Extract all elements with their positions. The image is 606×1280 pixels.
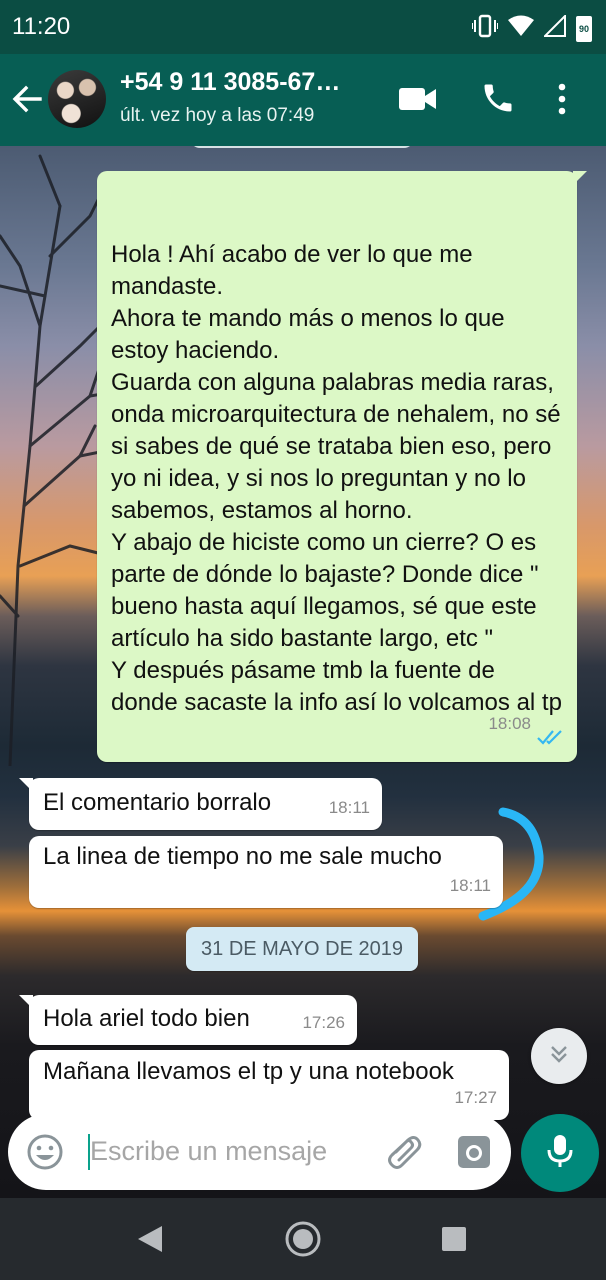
message-time: 17:27 [454,1088,497,1107]
message-incoming[interactable]: La linea de tiempo no me sale mucho 18:1… [29,836,503,908]
message-text: Hola ariel todo bien [43,1005,250,1032]
previous-bubble-edge [190,146,414,148]
date-separator: 31 DE MAYO DE 2019 [186,927,418,971]
scroll-to-bottom-button[interactable] [531,1028,587,1084]
paperclip-icon[interactable] [384,1132,424,1177]
message-meta: 18:08 [488,692,565,756]
bubble-tail [19,995,33,1009]
last-seen: últ. vez hoy a las 07:49 [120,105,315,126]
bubble-tail [19,778,33,792]
nav-back-icon[interactable] [136,1224,164,1259]
status-icons: 90 [471,13,592,43]
message-meta: 18:11 [450,870,491,902]
message-meta: 17:26 [302,1007,345,1039]
message-meta: 17:27 [454,1082,497,1114]
nav-recents-icon[interactable] [441,1226,467,1257]
cell-signal-icon [542,13,566,42]
contact-info[interactable]: +54 9 11 3085-67… últ. vez hoy a las 07:… [120,68,390,127]
back-arrow-icon[interactable] [10,82,44,116]
status-bar: 11:20 90 [0,0,606,54]
battery-level: 90 [578,23,589,34]
message-text: Hola ! Ahí acabo de ver lo que me mandas… [111,241,562,716]
message-input[interactable]: Escribe un mensaje [90,1136,327,1167]
emoji-icon[interactable] [26,1133,64,1176]
message-incoming[interactable]: El comentario borralo 18:11 [19,778,382,830]
message-time: 18:11 [449,876,491,895]
message-incoming[interactable]: Mañana llevamos el tp y una notebook 17:… [29,1050,509,1120]
message-text: La linea de tiempo no me sale mucho [43,843,442,870]
status-time: 11:20 [12,13,71,40]
battery-icon: 90 [576,15,592,42]
chat-area[interactable]: Hola ! Ahí acabo de ver lo que me mandas… [0,146,606,1198]
double-chevron-down-icon [547,1042,571,1071]
message-meta: 18:11 [329,792,370,824]
contact-avatar[interactable] [48,70,106,128]
message-composer[interactable]: Escribe un mensaje [8,1114,511,1190]
message-text: Mañana llevamos el tp y una notebook [43,1058,454,1085]
message-time: 17:26 [302,1013,345,1032]
mic-button[interactable] [521,1114,599,1192]
system-nav-bar [0,1198,606,1280]
bubble-tail [573,171,587,185]
wifi-icon [508,15,534,42]
message-time: 18:11 [328,798,370,817]
vibrate-icon [471,14,499,43]
message-outgoing[interactable]: Hola ! Ahí acabo de ver lo que me mandas… [97,171,587,762]
contact-name: +54 9 11 3085-67… [120,68,341,96]
nav-home-icon[interactable] [284,1220,322,1263]
camera-icon[interactable] [456,1134,492,1175]
more-vert-icon[interactable] [556,82,568,121]
message-incoming[interactable]: Hola ariel todo bien 17:26 [19,995,357,1045]
chat-header: +54 9 11 3085-67… últ. vez hoy a las 07:… [0,54,606,146]
phone-icon[interactable] [480,80,516,121]
message-time: 18:08 [488,714,531,733]
message-text: El comentario borralo [43,789,272,816]
video-call-icon[interactable] [398,84,438,119]
mic-icon [545,1133,575,1174]
double-check-icon [537,692,565,756]
